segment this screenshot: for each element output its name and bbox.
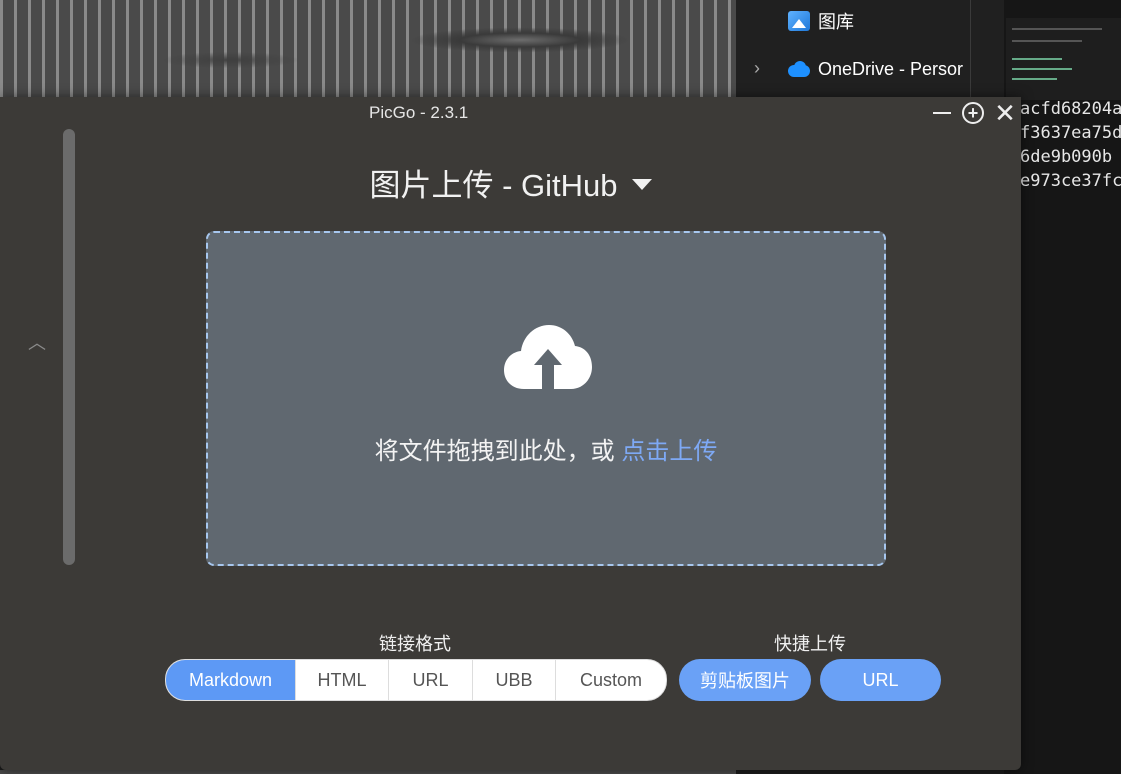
format-option-html[interactable]: HTML	[295, 660, 388, 700]
drop-instructions: 将文件拖拽到此处，或 点击上传	[208, 431, 884, 466]
link-format-selector: Markdown HTML URL UBB Custom	[165, 659, 667, 701]
plus-circle-icon: +	[962, 102, 984, 124]
format-option-markdown[interactable]: Markdown	[166, 660, 295, 700]
background-file-explorer: 图库 › OneDrive - Persor	[736, 0, 1004, 100]
minimize-button[interactable]	[930, 101, 954, 125]
chevron-up-icon[interactable]: ︿	[28, 329, 46, 355]
clipboard-image-button[interactable]: 剪贴板图片	[679, 659, 811, 701]
explorer-item-onedrive[interactable]: OneDrive - Persor	[788, 54, 963, 84]
link-format-label: 链接格式	[379, 634, 451, 654]
explorer-item-gallery[interactable]: 图库	[788, 6, 854, 36]
page-title: 图片上传 - GitHub	[369, 168, 618, 203]
cloud-upload-icon	[504, 325, 592, 389]
drop-text: 将文件拖拽到此处，或	[374, 438, 622, 465]
mini-window-button[interactable]: +	[961, 101, 985, 125]
upload-dropzone[interactable]: 将文件拖拽到此处，或 点击上传	[206, 231, 886, 566]
title-bar[interactable]: PicGo - 2.3.1 + ✕	[0, 97, 1021, 129]
click-upload-link[interactable]: 点击上传	[621, 438, 717, 465]
background-editor: acfd68204a f3637ea75d 6de9b090b e973ce37…	[1004, 0, 1121, 774]
close-button[interactable]: ✕	[993, 98, 1017, 128]
gallery-icon	[788, 11, 810, 31]
quick-upload-label: 快捷上传	[774, 634, 846, 654]
picgo-window: PicGo - 2.3.1 + ✕ ︿ 图片上传 - GitHub 将文件拖拽到…	[0, 97, 1021, 770]
editor-thumbnail	[1006, 18, 1121, 100]
hash-line: 6de9b090b	[1020, 147, 1113, 167]
hash-line: f3637ea75d	[1020, 123, 1121, 143]
format-option-url[interactable]: URL	[388, 660, 472, 700]
onedrive-icon	[788, 59, 810, 79]
explorer-item-label: 图库	[818, 12, 854, 32]
chevron-right-icon[interactable]: ›	[754, 58, 760, 79]
explorer-item-label: OneDrive - Persor	[818, 58, 964, 79]
upload-heading[interactable]: 图片上传 - GitHub	[0, 160, 1021, 205]
close-icon: ✕	[994, 98, 1016, 128]
minimize-icon	[933, 112, 951, 114]
background-divider	[970, 0, 971, 100]
background-photo-strip	[0, 770, 736, 774]
url-upload-button[interactable]: URL	[820, 659, 941, 701]
window-title: PicGo - 2.3.1	[369, 103, 469, 122]
hash-line: e973ce37fc	[1020, 171, 1121, 191]
caret-down-icon[interactable]	[631, 179, 652, 191]
editor-hash-lines: acfd68204a f3637ea75d 6de9b090b e973ce37…	[1020, 97, 1121, 193]
format-option-ubb[interactable]: UBB	[472, 660, 555, 700]
hash-line: acfd68204a	[1020, 99, 1121, 119]
background-photo	[0, 0, 736, 100]
format-option-custom[interactable]: Custom	[555, 660, 666, 700]
